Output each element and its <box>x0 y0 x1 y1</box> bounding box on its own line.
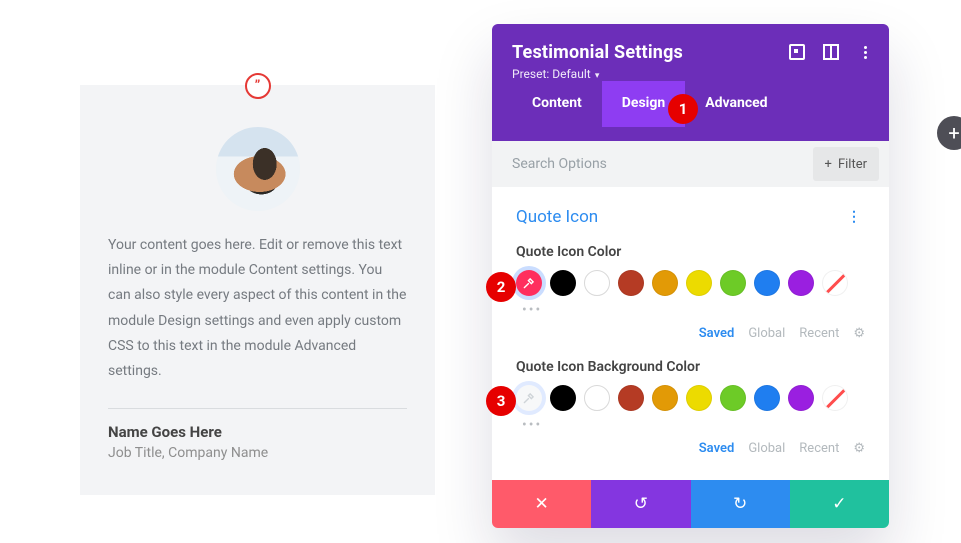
swatch-purple[interactable] <box>788 385 814 411</box>
testimonial-body: Your content goes here. Edit or remove t… <box>108 233 407 384</box>
preset-link-recent[interactable]: Recent <box>799 326 839 341</box>
preset-links-row: Saved Global Recent ⚙ <box>516 326 865 341</box>
preset-links-row: Saved Global Recent ⚙ <box>516 441 865 456</box>
preset-link-saved[interactable]: Saved <box>699 441 735 456</box>
tab-content[interactable]: Content <box>512 81 602 127</box>
callout-2: 2 <box>486 272 516 302</box>
columns-icon[interactable] <box>823 44 839 60</box>
swatch-yellow[interactable] <box>686 385 712 411</box>
undo-button[interactable]: ↺ <box>591 480 690 528</box>
testimonial-preview: ” Your content goes here. Edit or remove… <box>80 85 435 495</box>
search-bar: + Filter <box>492 141 889 187</box>
divider <box>108 408 407 409</box>
chevron-down-icon: ▾ <box>593 71 600 81</box>
redo-button[interactable]: ↻ <box>691 480 790 528</box>
swatch-yellow[interactable] <box>686 270 712 296</box>
swatch-blue[interactable] <box>754 270 780 296</box>
section-title[interactable]: Quote Icon <box>516 207 598 227</box>
panel-body: Quote Icon ⋮ Quote Icon Color ••• Saved … <box>492 187 889 480</box>
panel-header: Testimonial Settings Preset: Default ▾ C… <box>492 24 889 141</box>
filter-label: Filter <box>838 157 867 172</box>
gear-icon[interactable]: ⚙ <box>853 326 865 341</box>
field-label-icon-bg: Quote Icon Background Color <box>516 359 865 375</box>
plus-icon: + <box>825 157 832 172</box>
panel-footer: ✕ ↺ ↻ ✓ <box>492 480 889 528</box>
author-name: Name Goes Here <box>108 423 407 441</box>
author-avatar <box>216 127 300 211</box>
preset-value: Default <box>552 67 590 81</box>
more-swatches-icon[interactable]: ••• <box>522 302 865 318</box>
swatch-brick[interactable] <box>618 270 644 296</box>
preset-selector[interactable]: Preset: Default ▾ <box>512 67 869 81</box>
preset-link-global[interactable]: Global <box>748 326 785 341</box>
swatch-orange[interactable] <box>652 270 678 296</box>
cancel-button[interactable]: ✕ <box>492 480 591 528</box>
preset-prefix: Preset: <box>512 67 552 81</box>
confirm-button[interactable]: ✓ <box>790 480 889 528</box>
tab-advanced[interactable]: Advanced <box>685 81 787 127</box>
more-swatches-icon[interactable]: ••• <box>522 417 865 433</box>
swatch-row-icon-bg <box>516 385 865 411</box>
eyedropper-swatch[interactable] <box>516 385 542 411</box>
swatch-brick[interactable] <box>618 385 644 411</box>
swatch-row-icon-color <box>516 270 865 296</box>
callout-1: 1 <box>668 94 698 124</box>
swatch-white[interactable] <box>584 270 610 296</box>
swatch-none[interactable] <box>822 270 848 296</box>
author-meta: Job Title, Company Name <box>108 445 407 461</box>
search-input[interactable] <box>512 141 813 187</box>
field-label-icon-color: Quote Icon Color <box>516 244 865 260</box>
quote-icon: ” <box>245 73 271 99</box>
preset-link-saved[interactable]: Saved <box>699 326 735 341</box>
preset-link-recent[interactable]: Recent <box>799 441 839 456</box>
eyedropper-swatch[interactable] <box>516 270 542 296</box>
swatch-green[interactable] <box>720 385 746 411</box>
preset-link-global[interactable]: Global <box>748 441 785 456</box>
section-menu-icon[interactable]: ⋮ <box>843 205 865 229</box>
swatch-purple[interactable] <box>788 270 814 296</box>
swatch-orange[interactable] <box>652 385 678 411</box>
swatch-none[interactable] <box>822 385 848 411</box>
gear-icon[interactable]: ⚙ <box>853 441 865 456</box>
floating-add-button[interactable]: + <box>937 116 961 150</box>
swatch-green[interactable] <box>720 270 746 296</box>
filter-button[interactable]: + Filter <box>813 147 879 181</box>
swatch-white[interactable] <box>584 385 610 411</box>
swatch-black[interactable] <box>550 385 576 411</box>
expand-icon[interactable] <box>789 44 805 60</box>
swatch-black[interactable] <box>550 270 576 296</box>
more-icon[interactable] <box>857 44 873 60</box>
callout-3: 3 <box>486 386 516 416</box>
swatch-blue[interactable] <box>754 385 780 411</box>
